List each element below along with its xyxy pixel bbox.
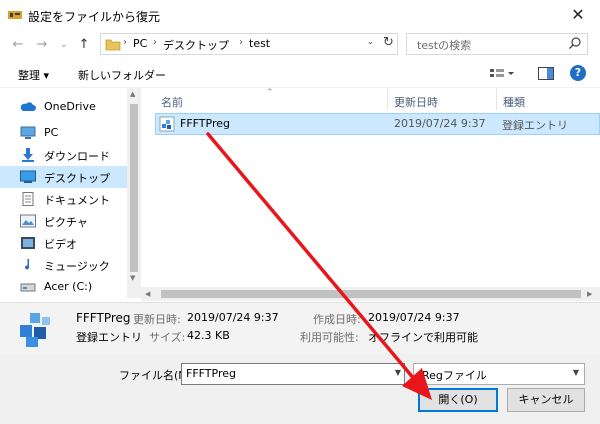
breadcrumb-desktop[interactable]: デスクトップ <box>163 37 229 53</box>
navigation-scrollbar[interactable]: ▲ ▼ <box>127 88 141 298</box>
nav-item-onedrive[interactable]: OneDrive <box>0 96 127 118</box>
filename-input[interactable]: FFFTPreg ▼ <box>181 363 405 385</box>
file-type-select[interactable]: Regファイル ▼ <box>413 363 585 385</box>
nav-item-downloads[interactable]: ダウンロード <box>0 144 127 166</box>
navigation-pane: OneDrive PC ダウンロード デスクトップ ドキュメント ピクチャ ビデ… <box>0 88 127 298</box>
chevron-down-icon[interactable]: ▼ <box>395 368 401 377</box>
column-header-type[interactable]: 種類 <box>503 94 525 110</box>
details-availability-value: オフラインで利用可能 <box>368 331 478 344</box>
details-pane: FFFTPreg 登録エントリ 更新日時: 2019/07/24 9:37 サイ… <box>0 302 600 354</box>
nav-item-label: Acer (C:) <box>44 280 93 293</box>
nav-item-label: PC <box>44 126 59 139</box>
nav-item-label: ミュージック <box>44 260 110 273</box>
dialog-footer: ファイル名(N): FFFTPreg ▼ Regファイル ▼ 開く(O) キャン… <box>0 354 600 424</box>
file-modified: 2019/07/24 9:37 <box>394 117 486 130</box>
registry-file-icon <box>159 116 175 132</box>
help-icon[interactable]: ? <box>570 65 586 81</box>
chevron-down-icon[interactable]: ▼ <box>573 368 579 377</box>
recent-locations-chevron-icon[interactable]: ⌄ <box>56 36 72 54</box>
details-created-label: 作成日時: <box>313 313 361 326</box>
nav-item-label: ダウンロード <box>44 150 110 163</box>
address-bar[interactable]: › PC › デスクトップ › test ⌄ ↻ <box>100 33 398 55</box>
open-button[interactable]: 開く(O) <box>418 388 498 412</box>
details-availability-label: 利用可能性: <box>300 331 359 344</box>
column-header-name[interactable]: 名前 <box>161 94 183 110</box>
nav-item-drive-c[interactable]: Acer (C:) <box>0 276 127 298</box>
cloud-icon <box>20 102 36 111</box>
file-type: 登録エントリ <box>502 119 568 132</box>
details-modified-label: 更新日時: <box>133 313 181 326</box>
nav-item-label: OneDrive <box>44 100 96 113</box>
sort-arrow-icon: ⌃ <box>266 88 274 98</box>
scroll-down-arrow-icon[interactable]: ▼ <box>130 274 135 282</box>
scrollbar-thumb[interactable] <box>161 290 581 298</box>
details-file-type: 登録エントリ <box>76 331 142 344</box>
picture-icon <box>20 214 36 228</box>
breadcrumb-pc[interactable]: PC <box>133 37 147 50</box>
scroll-right-arrow-icon[interactable]: ▶ <box>587 290 592 298</box>
scroll-left-arrow-icon[interactable]: ◀ <box>145 290 150 298</box>
forward-arrow-icon[interactable]: → <box>34 36 50 54</box>
new-folder-button[interactable]: 新しいフォルダー <box>78 67 166 83</box>
registry-file-icon <box>20 313 50 347</box>
breadcrumb-separator: › <box>123 37 127 48</box>
column-divider[interactable] <box>496 88 497 110</box>
up-arrow-icon[interactable]: ↑ <box>76 36 92 54</box>
column-header-modified[interactable]: 更新日時 <box>394 94 438 110</box>
scrollbar-thumb[interactable] <box>130 104 138 272</box>
title-bar: 設定をファイルから復元 ✕ <box>0 0 600 30</box>
nav-item-label: デスクトップ <box>44 172 110 185</box>
details-size-label: サイズ: <box>149 331 186 344</box>
nav-item-music[interactable]: ミュージック <box>0 254 127 276</box>
breadcrumb-separator: › <box>153 37 157 48</box>
breadcrumb-test[interactable]: test <box>249 37 270 50</box>
file-type-value: Regファイル <box>422 369 487 382</box>
nav-item-label: ビデオ <box>44 238 77 251</box>
search-placeholder: testの検索 <box>417 39 472 52</box>
view-options-icon[interactable] <box>489 68 515 80</box>
scroll-up-arrow-icon[interactable]: ▲ <box>130 90 135 98</box>
search-icon[interactable] <box>568 36 582 50</box>
nav-item-pictures[interactable]: ピクチャ <box>0 210 127 232</box>
file-list: ⌃ 名前 更新日時 種類 FFFTPreg 2019/07/24 9:37 登録… <box>141 88 600 298</box>
column-divider[interactable] <box>387 88 388 110</box>
nav-item-documents[interactable]: ドキュメント <box>0 188 127 210</box>
refresh-icon[interactable]: ↻ <box>383 35 394 50</box>
desktop-icon <box>20 170 36 183</box>
back-arrow-icon[interactable]: ← <box>10 36 26 54</box>
details-file-name: FFFTPreg <box>76 311 131 325</box>
file-name: FFFTPreg <box>180 117 230 130</box>
video-icon <box>21 237 35 249</box>
music-icon <box>25 259 29 270</box>
nav-item-desktop[interactable]: デスクトップ <box>0 166 127 188</box>
folder-icon <box>105 39 121 51</box>
nav-item-videos[interactable]: ビデオ <box>0 232 127 254</box>
horizontal-scrollbar[interactable]: ◀ ▶ <box>141 287 600 301</box>
command-bar: 整理 ▾ 新しいフォルダー ? <box>0 60 600 88</box>
computer-icon <box>20 126 36 139</box>
address-dropdown-chevron-icon[interactable]: ⌄ <box>367 37 374 46</box>
details-size-value: 42.3 KB <box>187 329 230 342</box>
details-created-value: 2019/07/24 9:37 <box>368 311 460 324</box>
document-icon <box>22 192 34 206</box>
cancel-button[interactable]: キャンセル <box>507 388 585 412</box>
filename-value: FFFTPreg <box>186 367 236 380</box>
search-input[interactable]: testの検索 <box>406 33 588 55</box>
nav-item-label: ドキュメント <box>44 194 110 207</box>
breadcrumb-separator: › <box>239 37 243 48</box>
file-row[interactable]: FFFTPreg 2019/07/24 9:37 登録エントリ <box>155 113 600 135</box>
nav-item-label: ピクチャ <box>44 216 88 229</box>
preview-pane-icon[interactable] <box>538 67 554 80</box>
close-button[interactable]: ✕ <box>556 0 600 30</box>
download-icon <box>22 148 34 162</box>
nav-item-pc[interactable]: PC <box>0 122 127 144</box>
details-modified-value: 2019/07/24 9:37 <box>187 311 279 324</box>
organize-button[interactable]: 整理 ▾ <box>18 67 49 83</box>
drive-icon <box>20 283 36 292</box>
window-title: 設定をファイルから復元 <box>28 10 161 24</box>
app-icon <box>8 11 22 19</box>
